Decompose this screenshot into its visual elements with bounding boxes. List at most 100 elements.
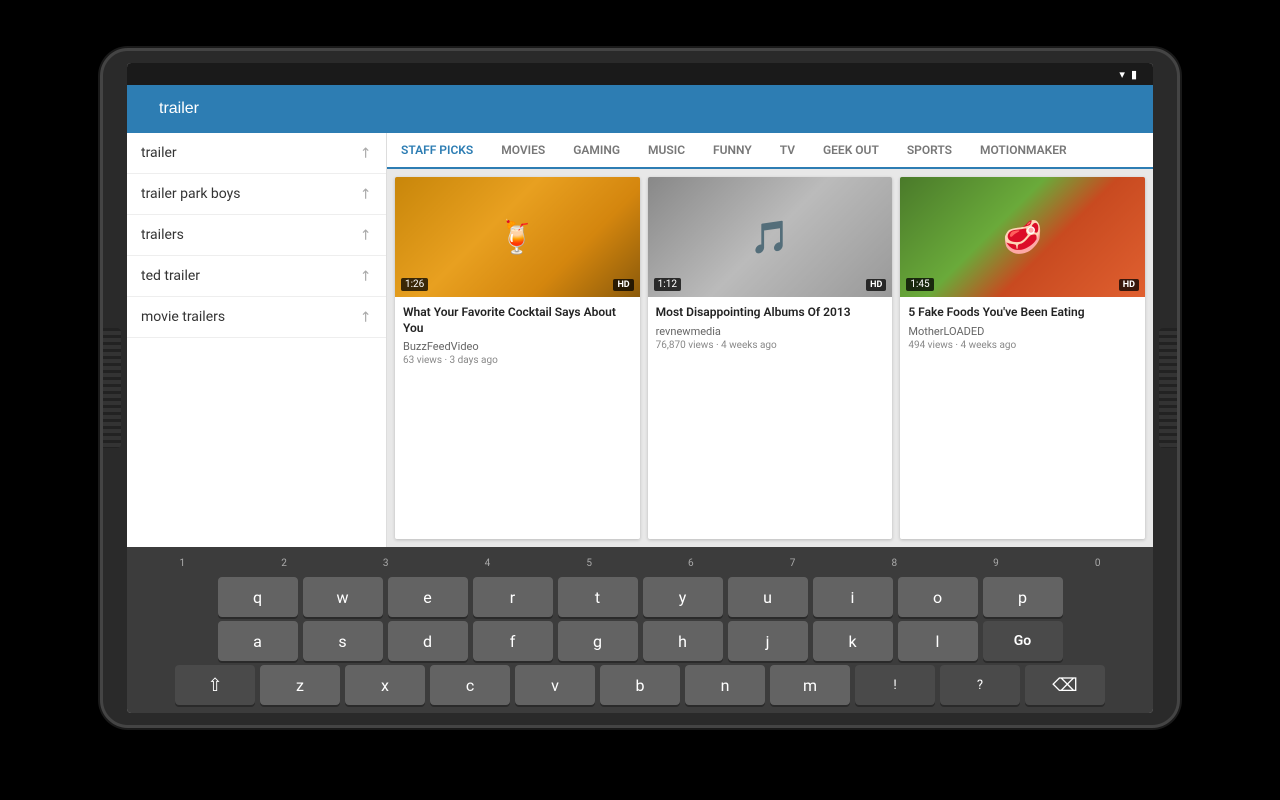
num-key: 3 [336,553,435,573]
app-bar [127,85,1153,133]
backspace-key[interactable]: ⌫ [1025,665,1105,705]
num-key: 1 [133,553,232,573]
key-m[interactable]: m [770,665,850,705]
key-e[interactable]: e [388,577,468,617]
key-u[interactable]: u [728,577,808,617]
keyboard-row: ⇧zxcvbnm!?⌫ [133,665,1147,705]
video-channel: revnewmedia [656,325,885,338]
video-meta: 494 views · 4 weeks ago [908,340,1137,351]
keyboard-row: asdfghjklGo [133,621,1147,661]
keyboard-row: qwertyuiop [133,577,1147,617]
key-b[interactable]: b [600,665,680,705]
num-key: 6 [642,553,741,573]
key-j[interactable]: j [728,621,808,661]
right-panel: STAFF PICKSMOVIESGAMINGMUSICFUNNYTVGEEK … [387,133,1153,547]
num-key: 2 [235,553,334,573]
suggestions-panel: trailer↗trailer park boys↗trailers↗ted t… [127,133,387,547]
video-card[interactable]: 🍹1:26 HD What Your Favorite Cocktail Says … [395,177,640,539]
key-s[interactable]: s [303,621,383,661]
more-button[interactable] [1129,101,1145,117]
search-input[interactable] [151,96,1113,122]
video-channel: BuzzFeedVideo [403,340,632,353]
key-l[interactable]: l [898,621,978,661]
back-button[interactable] [135,101,151,117]
clear-button[interactable] [1113,101,1129,117]
key-p[interactable]: p [983,577,1063,617]
video-quality-badge: HD [866,279,886,291]
key-n[interactable]: n [685,665,765,705]
tab-sports[interactable]: SPORTS [893,133,966,169]
tab-gaming[interactable]: GAMING [559,133,634,169]
key-h[interactable]: h [643,621,723,661]
key-v[interactable]: v [515,665,595,705]
key-g[interactable]: g [558,621,638,661]
video-meta: 76,870 views · 4 weeks ago [656,340,885,351]
video-channel: MotherLOADED [908,325,1137,338]
status-icons: ▾ ▮ [1119,68,1143,81]
video-title: Most Disappointing Albums Of 2013 [656,305,885,321]
suggestion-item[interactable]: trailer park boys↗ [127,174,386,215]
video-duration: 1:45 [906,278,933,291]
num-key: 8 [845,553,944,573]
tab-tv[interactable]: TV [766,133,809,169]
video-card[interactable]: 🥩1:45 HD 5 Fake Foods You've Been Eating Mo… [900,177,1145,539]
screen: ▾ ▮ trailer↗trailer park boys↗trailers↗t… [127,63,1153,713]
num-key: 5 [540,553,639,573]
key-q[interactable]: q [218,577,298,617]
keyboard: 1234567890 qwertyuiopasdfghjklGo⇧zxcvbnm… [127,547,1153,713]
suggestion-item[interactable]: trailers↗ [127,215,386,256]
key-z[interactable]: z [260,665,340,705]
num-key: 7 [743,553,842,573]
num-key: 4 [438,553,537,573]
tab-staff-picks[interactable]: STAFF PICKS [387,133,487,169]
suggestion-text: trailer [141,145,360,161]
video-title: What Your Favorite Cocktail Says About Y… [403,305,632,336]
suggestion-item[interactable]: movie trailers↗ [127,297,386,338]
key-f[interactable]: f [473,621,553,661]
video-card[interactable]: 🎵1:12 HD Most Disappointing Albums Of 2013… [648,177,893,539]
video-duration: 1:12 [654,278,681,291]
key-y[interactable]: y [643,577,723,617]
video-quality-badge: HD [613,279,633,291]
suggestion-item[interactable]: ted trailer↗ [127,256,386,297]
status-bar: ▾ ▮ [127,63,1153,85]
key-r[interactable]: r [473,577,553,617]
video-quality-badge: HD [1119,279,1139,291]
question-key[interactable]: ? [940,665,1020,705]
suggestion-item[interactable]: trailer↗ [127,133,386,174]
tab-geek-out[interactable]: GEEK OUT [809,133,893,169]
key-d[interactable]: d [388,621,468,661]
battery-icon: ▮ [1131,68,1137,81]
shift-key[interactable]: ⇧ [175,665,255,705]
tab-music[interactable]: MUSIC [634,133,699,169]
key-t[interactable]: t [558,577,638,617]
key-a[interactable]: a [218,621,298,661]
go-key[interactable]: Go [983,621,1063,661]
suggestion-text: trailer park boys [141,186,360,202]
video-title: 5 Fake Foods You've Been Eating [908,305,1137,321]
tab-funny[interactable]: FUNNY [699,133,766,169]
number-row: 1234567890 [133,553,1147,573]
video-duration: 1:26 [401,278,428,291]
video-thumbnail: 🎵 [648,177,893,297]
tab-movies[interactable]: MOVIES [487,133,559,169]
key-x[interactable]: x [345,665,425,705]
tab-motionmaker[interactable]: MOTIONMAKER [966,133,1081,169]
key-c[interactable]: c [430,665,510,705]
video-thumbnail: 🥩 [900,177,1145,297]
key-k[interactable]: k [813,621,893,661]
main-content: trailer↗trailer park boys↗trailers↗ted t… [127,133,1153,547]
key-i[interactable]: i [813,577,893,617]
wifi-icon: ▾ [1119,68,1125,81]
exclamation-key[interactable]: ! [855,665,935,705]
video-meta: 63 views · 3 days ago [403,355,632,366]
key-o[interactable]: o [898,577,978,617]
videos-grid: 🍹1:26 HD What Your Favorite Cocktail Says … [387,169,1153,547]
category-tabs: STAFF PICKSMOVIESGAMINGMUSICFUNNYTVGEEK … [387,133,1153,169]
num-key: 9 [947,553,1046,573]
key-w[interactable]: w [303,577,383,617]
video-thumbnail: 🍹 [395,177,640,297]
tablet-frame: ▾ ▮ trailer↗trailer park boys↗trailers↗t… [100,48,1180,728]
suggestion-text: movie trailers [141,309,360,325]
suggestion-text: trailers [141,227,360,243]
